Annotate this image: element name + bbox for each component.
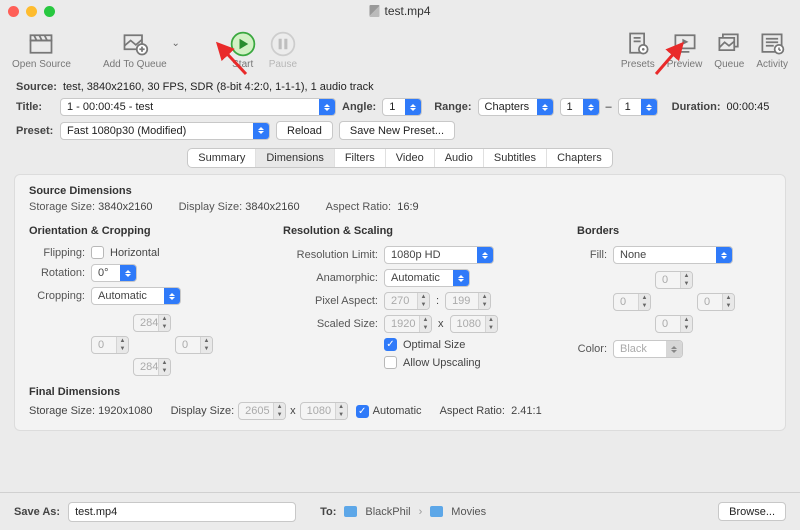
- tab-subtitles[interactable]: Subtitles: [484, 149, 547, 167]
- save-bar: Save As: test.mp4 To: BlackPhil › Movies…: [0, 492, 800, 530]
- rotation-select[interactable]: 0°: [91, 264, 137, 282]
- annotation-arrow-preview: [652, 38, 692, 78]
- title-bar: test.mp4: [0, 0, 800, 22]
- cropping-select[interactable]: Automatic: [91, 287, 181, 305]
- to-label: To:: [320, 506, 336, 518]
- tab-filters[interactable]: Filters: [335, 149, 386, 167]
- chevron-right-icon: ›: [419, 506, 423, 518]
- crop-bottom[interactable]: 284▲▼: [133, 358, 171, 376]
- pixel-aspect-y[interactable]: 199▲▼: [445, 292, 491, 310]
- tab-strip: Summary Dimensions Filters Video Audio S…: [187, 148, 612, 168]
- final-display-width[interactable]: 2605▲▼: [238, 402, 286, 420]
- preset-label: Preset:: [16, 125, 54, 137]
- border-left[interactable]: 0▲▼: [613, 293, 651, 311]
- range-select[interactable]: Chapters: [478, 98, 554, 116]
- dimensions-panel: Source Dimensions Storage Size: 3840x216…: [14, 174, 786, 431]
- orientation-heading: Orientation & Cropping: [29, 225, 239, 237]
- pause-button[interactable]: Pause: [263, 30, 303, 70]
- range-to-select[interactable]: 1: [618, 98, 658, 116]
- scaled-height[interactable]: 1080▲▼: [450, 315, 498, 333]
- window-title: test.mp4: [384, 4, 430, 18]
- close-window-button[interactable]: [8, 6, 19, 17]
- minimize-window-button[interactable]: [26, 6, 37, 17]
- annotation-arrow-start: [210, 38, 250, 78]
- duration-label: Duration:: [672, 101, 721, 113]
- title-select[interactable]: 1 - 00:00:45 - test: [60, 98, 336, 116]
- folder-icon: [430, 506, 443, 517]
- browse-button[interactable]: Browse...: [718, 502, 786, 521]
- duration-value: 00:00:45: [727, 101, 770, 113]
- angle-label: Angle:: [342, 101, 376, 113]
- allow-upscaling-checkbox[interactable]: [384, 356, 397, 369]
- borders-heading: Borders: [577, 225, 747, 237]
- range-label: Range:: [434, 101, 471, 113]
- final-display-height[interactable]: 1080▲▼: [300, 402, 348, 420]
- crop-top[interactable]: 284▲▼: [133, 314, 171, 332]
- anamorphic-select[interactable]: Automatic: [384, 269, 470, 287]
- save-as-field[interactable]: test.mp4: [68, 502, 296, 522]
- tab-summary[interactable]: Summary: [188, 149, 256, 167]
- add-to-queue-menu[interactable]: ⌄: [169, 18, 183, 70]
- picture-plus-icon: [121, 30, 149, 58]
- clapperboard-icon: [27, 30, 55, 58]
- border-right[interactable]: 0▲▼: [697, 293, 735, 311]
- tab-audio[interactable]: Audio: [435, 149, 484, 167]
- range-from-select[interactable]: 1: [560, 98, 600, 116]
- folder-icon: [344, 506, 357, 517]
- angle-select[interactable]: 1: [382, 98, 422, 116]
- border-color-select[interactable]: Black: [613, 340, 683, 358]
- file-icon: [369, 5, 379, 17]
- final-automatic-checkbox[interactable]: ✓: [356, 405, 369, 418]
- preset-select[interactable]: Fast 1080p30 (Modified): [60, 122, 270, 140]
- optimal-size-checkbox[interactable]: ✓: [384, 338, 397, 351]
- open-source-button[interactable]: Open Source: [6, 30, 77, 70]
- queue-button[interactable]: Queue: [708, 30, 750, 70]
- save-preset-button[interactable]: Save New Preset...: [339, 121, 455, 140]
- path-folder-1[interactable]: BlackPhil: [365, 506, 410, 518]
- border-bottom[interactable]: 0▲▼: [655, 315, 693, 333]
- zoom-window-button[interactable]: [44, 6, 55, 17]
- reload-button[interactable]: Reload: [276, 121, 333, 140]
- border-top[interactable]: 0▲▼: [655, 271, 693, 289]
- pause-icon: [269, 30, 297, 58]
- document-gear-icon: [624, 30, 652, 58]
- resolution-limit-select[interactable]: 1080p HD: [384, 246, 494, 264]
- border-fill-select[interactable]: None: [613, 246, 733, 264]
- path-folder-2[interactable]: Movies: [451, 506, 486, 518]
- activity-log-icon: [758, 30, 786, 58]
- final-dim-heading: Final Dimensions: [29, 386, 771, 398]
- tab-video[interactable]: Video: [386, 149, 435, 167]
- pixel-aspect-x[interactable]: 270▲▼: [384, 292, 430, 310]
- images-stack-icon: [715, 30, 743, 58]
- crop-left[interactable]: 0▲▼: [91, 336, 129, 354]
- border-values: 0▲▼ 0▲▼0▲▼ 0▲▼: [613, 271, 747, 333]
- title-label: Title:: [16, 101, 54, 113]
- save-as-label: Save As:: [14, 506, 60, 518]
- flip-horizontal-checkbox[interactable]: [91, 246, 104, 259]
- activity-button[interactable]: Activity: [750, 30, 794, 70]
- tab-dimensions[interactable]: Dimensions: [256, 149, 334, 167]
- tab-chapters[interactable]: Chapters: [547, 149, 612, 167]
- source-label: Source:: [16, 81, 57, 93]
- scaled-width[interactable]: 1920▲▼: [384, 315, 432, 333]
- crop-values: 284▲▼ 0▲▼ 0▲▼ 284▲▼: [91, 314, 239, 376]
- resolution-heading: Resolution & Scaling: [283, 225, 533, 237]
- crop-right[interactable]: 0▲▼: [175, 336, 213, 354]
- source-value: test, 3840x2160, 30 FPS, SDR (8-bit 4:2:…: [63, 81, 374, 93]
- add-to-queue-button[interactable]: Add To Queue: [97, 30, 173, 70]
- source-dimensions-heading: Source Dimensions: [29, 185, 771, 197]
